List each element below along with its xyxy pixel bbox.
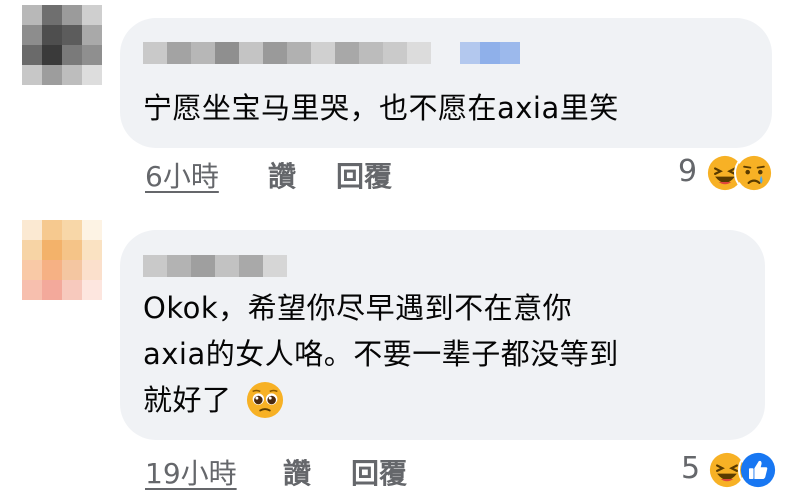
commenter-name[interactable]	[143, 255, 287, 277]
reply-button[interactable]: 回覆	[351, 452, 407, 492]
crying-emoji-icon	[734, 153, 774, 193]
comment-meta: 19小時	[145, 452, 237, 492]
reply-button[interactable]: 回覆	[336, 155, 392, 195]
comment-meta: 6小時	[145, 155, 219, 195]
like-button[interactable]: 讚	[268, 155, 296, 195]
comment-text-line-1: Okok，希望你尽早遇到不在意你	[143, 291, 573, 325]
reaction-count[interactable]: 9	[678, 154, 697, 189]
comment-text: 宁愿坐宝马里哭，也不愿在axia里笑	[143, 91, 619, 125]
pleading-face-emoji-icon	[246, 381, 283, 419]
name-badge	[460, 42, 520, 64]
avatar[interactable]	[22, 220, 102, 300]
timestamp-link[interactable]: 19小時	[145, 457, 237, 490]
comment-text-line-3: 就好了	[143, 377, 284, 423]
reaction-count[interactable]: 5	[681, 451, 700, 486]
comment-text-line-2: axia的女人咯。不要一辈子都没等到	[143, 337, 619, 371]
avatar[interactable]	[22, 5, 102, 85]
like-emoji-icon	[738, 450, 778, 490]
comment-text-line-3-text: 就好了	[143, 383, 232, 417]
timestamp-link[interactable]: 6小時	[145, 160, 219, 193]
commenter-name[interactable]	[143, 42, 431, 64]
like-button[interactable]: 讚	[283, 452, 311, 492]
